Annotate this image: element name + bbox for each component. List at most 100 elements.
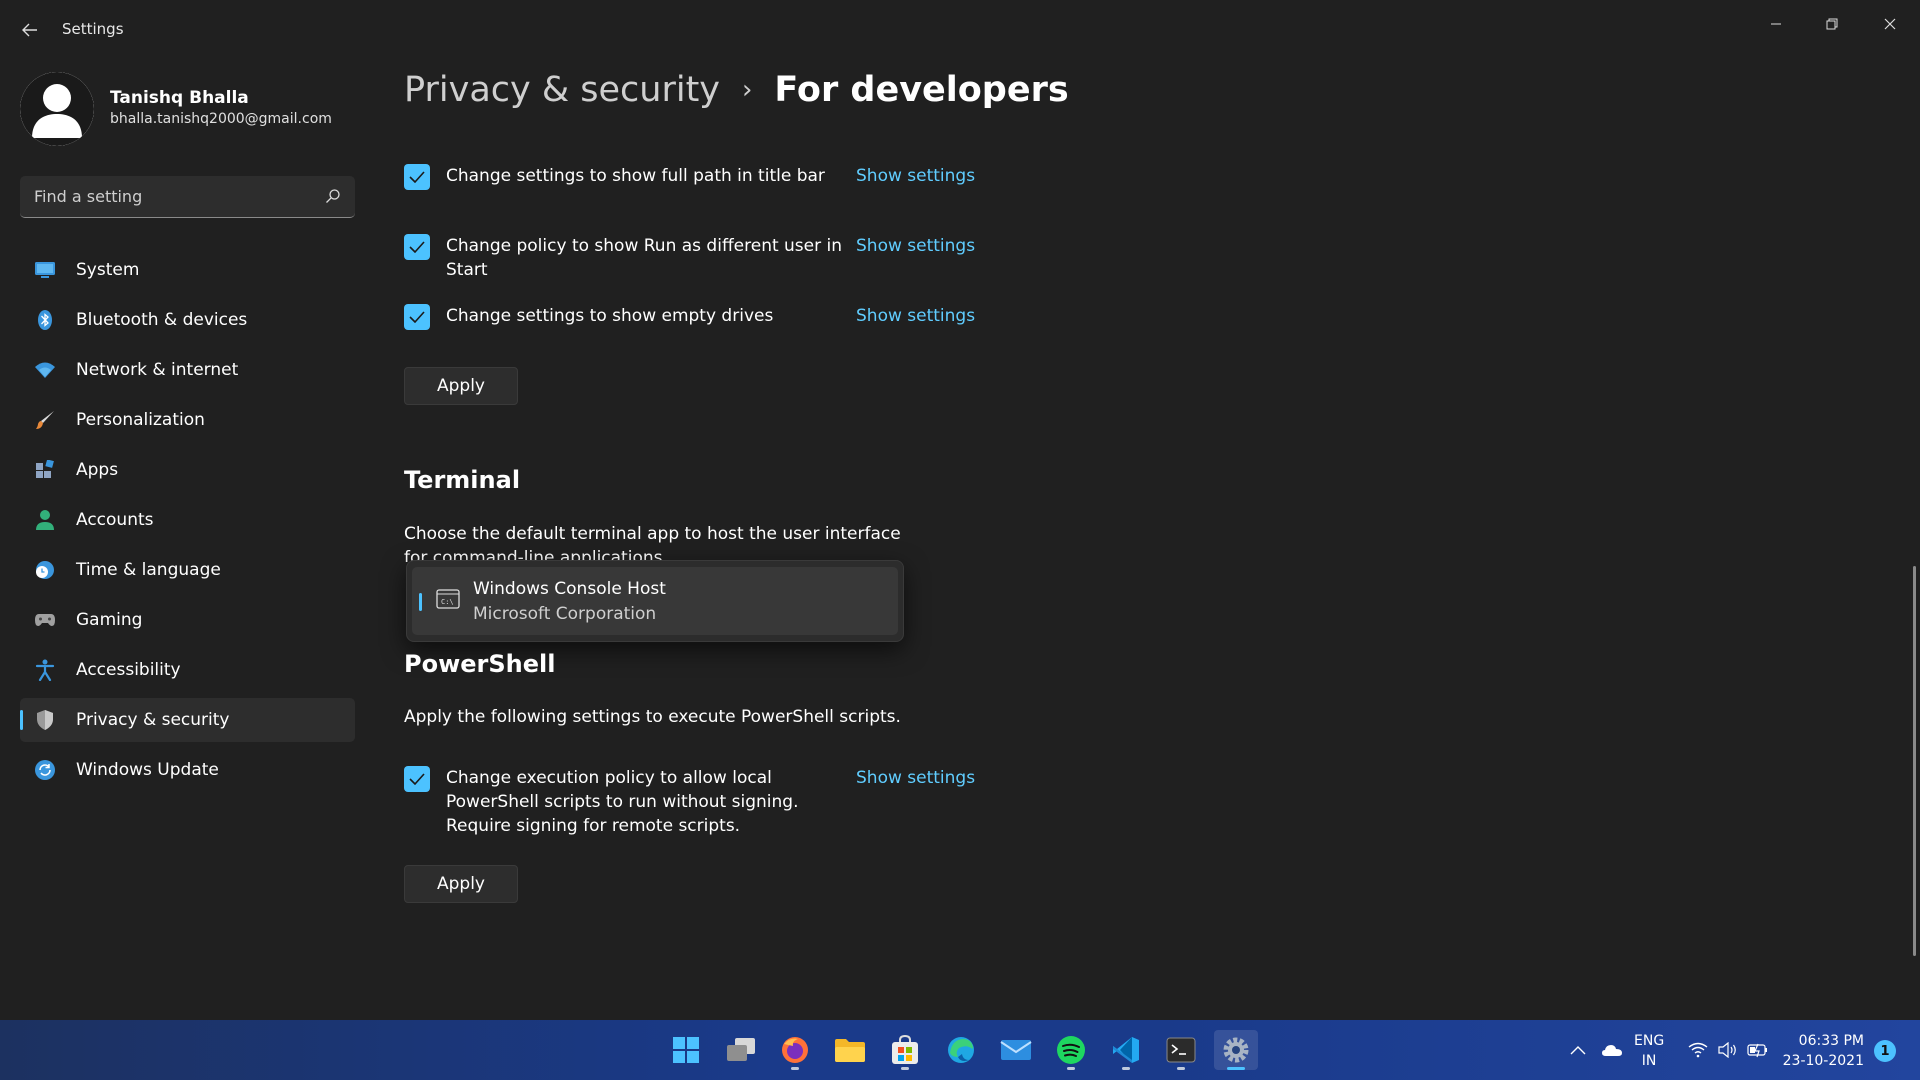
apply-button[interactable]: Apply	[404, 367, 518, 405]
clock[interactable]: 06:33 PM 23-10-2021	[1780, 1031, 1864, 1071]
spotify-icon[interactable]	[1049, 1030, 1093, 1070]
globe-clock-icon	[34, 559, 56, 581]
setting-row: Change settings to show full path in tit…	[404, 164, 866, 190]
powershell-apply-button[interactable]: Apply	[404, 865, 518, 903]
terminal-dropdown[interactable]: C:\ Windows Console Host Microsoft Corpo…	[406, 560, 904, 642]
checkbox-run-as-different-user[interactable]	[404, 234, 430, 260]
sidebar-item-accessibility[interactable]: Accessibility	[20, 648, 355, 692]
task-view-icon[interactable]	[719, 1030, 763, 1070]
breadcrumb: Privacy & security › For developers	[404, 70, 1069, 110]
checkbox-execution-policy[interactable]	[404, 766, 430, 792]
accessibility-icon	[34, 659, 56, 681]
breadcrumb-parent[interactable]: Privacy & security	[404, 70, 720, 110]
setting-row: Change execution policy to allow local P…	[404, 766, 846, 838]
checkmark-icon	[409, 311, 425, 323]
show-settings-link[interactable]: Show settings	[856, 236, 975, 256]
checkbox-full-path[interactable]	[404, 164, 430, 190]
vscode-icon[interactable]	[1104, 1030, 1148, 1070]
start-icon[interactable]	[664, 1030, 708, 1070]
active-indicator	[1227, 1067, 1245, 1070]
sidebar-item-label: Personalization	[76, 410, 205, 430]
mail-icon[interactable]	[994, 1030, 1038, 1070]
terminal-icon[interactable]	[1159, 1030, 1203, 1070]
notification-badge[interactable]: 1	[1874, 1040, 1896, 1062]
sidebar-item-windows-update[interactable]: Windows Update	[20, 748, 355, 792]
dropdown-option-publisher: Microsoft Corporation	[473, 604, 657, 624]
monitor-icon	[34, 259, 56, 281]
setting-label: Change execution policy to allow local P…	[446, 768, 799, 836]
clock-date: 23-10-2021	[1782, 1053, 1864, 1069]
system-tray	[1566, 1020, 1624, 1080]
sidebar-item-label: Accounts	[76, 510, 154, 530]
user-email: bhalla.tanishq2000@gmail.com	[110, 111, 332, 127]
search-box[interactable]	[20, 176, 355, 218]
sidebar-item-personalization[interactable]: Personalization	[20, 398, 355, 442]
language-indicator[interactable]: ENG IN	[1634, 1031, 1664, 1071]
close-icon[interactable]	[1868, 8, 1912, 40]
settings-gear-icon[interactable]	[1214, 1030, 1258, 1070]
setting-label: Change policy to show Run as different u…	[446, 236, 843, 280]
language-code: ENG	[1634, 1033, 1665, 1049]
terminal-description: Choose the default terminal app to host …	[404, 524, 901, 562]
battery-charging-icon	[1746, 1038, 1770, 1062]
bluetooth-icon	[34, 309, 56, 331]
setting-label: Change settings to show full path in tit…	[446, 166, 825, 186]
wifi-icon	[34, 359, 56, 381]
show-settings-link[interactable]: Show settings	[856, 768, 975, 788]
chevron-up-icon[interactable]	[1566, 1038, 1590, 1062]
onedrive-icon[interactable]	[1600, 1038, 1624, 1062]
svg-text:C:\: C:\	[441, 598, 454, 606]
sidebar-item-gaming[interactable]: Gaming	[20, 598, 355, 642]
sidebar-item-network[interactable]: Network & internet	[20, 348, 355, 392]
sidebar-item-system[interactable]: System	[20, 248, 355, 292]
console-icon: C:\	[436, 589, 460, 609]
checkbox-empty-drives[interactable]	[404, 304, 430, 330]
region-code: IN	[1641, 1053, 1657, 1069]
clock-time: 06:33 PM	[1798, 1033, 1864, 1049]
search-icon[interactable]	[325, 188, 341, 204]
sidebar-item-label: Privacy & security	[76, 710, 230, 730]
search-input[interactable]	[20, 176, 310, 216]
back-arrow-icon[interactable]	[16, 18, 44, 42]
sidebar-item-apps[interactable]: Apps	[20, 448, 355, 492]
dropdown-option-console-host[interactable]: C:\ Windows Console Host Microsoft Corpo…	[412, 567, 898, 635]
powershell-section-title: PowerShell	[404, 650, 556, 678]
person-icon	[34, 509, 56, 531]
restore-icon[interactable]	[1810, 8, 1854, 40]
checkmark-icon	[409, 241, 425, 253]
show-settings-link[interactable]: Show settings	[856, 306, 975, 326]
apps-icon	[34, 459, 56, 481]
sidebar-item-bluetooth[interactable]: Bluetooth & devices	[20, 298, 355, 342]
gamepad-icon	[34, 609, 56, 631]
sidebar-item-label: Accessibility	[76, 660, 181, 680]
sidebar-item-label: Apps	[76, 460, 119, 480]
volume-icon	[1716, 1038, 1740, 1062]
sidebar-item-label: Windows Update	[76, 760, 219, 780]
edge-icon[interactable]	[939, 1030, 983, 1070]
store-icon[interactable]	[883, 1030, 927, 1070]
running-indicator	[901, 1067, 909, 1070]
file-explorer-icon[interactable]	[828, 1030, 872, 1070]
wifi-icon	[1686, 1038, 1710, 1062]
sidebar-item-accounts[interactable]: Accounts	[20, 498, 355, 542]
minimize-icon[interactable]	[1754, 8, 1798, 40]
scrollbar-thumb[interactable]	[1913, 566, 1916, 956]
sidebar-item-time-language[interactable]: Time & language	[20, 548, 355, 592]
firefox-icon[interactable]	[773, 1030, 817, 1070]
sidebar-item-privacy-security[interactable]: Privacy & security	[20, 698, 355, 742]
running-indicator	[1177, 1067, 1185, 1070]
sidebar-item-label: Network & internet	[76, 360, 239, 380]
show-settings-link[interactable]: Show settings	[856, 166, 975, 186]
shield-icon	[34, 709, 56, 731]
app-title: Settings	[62, 20, 124, 38]
running-indicator	[1122, 1067, 1130, 1070]
setting-row: Change settings to show empty drives	[404, 304, 866, 330]
sidebar-item-label: Time & language	[76, 560, 221, 580]
sidebar-item-label: Gaming	[76, 610, 143, 630]
checkmark-icon	[409, 171, 425, 183]
sidebar-item-label: Bluetooth & devices	[76, 310, 248, 330]
quick-settings[interactable]	[1686, 1020, 1770, 1080]
page-title: For developers	[774, 70, 1069, 110]
setting-label: Change settings to show empty drives	[446, 306, 774, 326]
avatar[interactable]	[20, 72, 94, 146]
